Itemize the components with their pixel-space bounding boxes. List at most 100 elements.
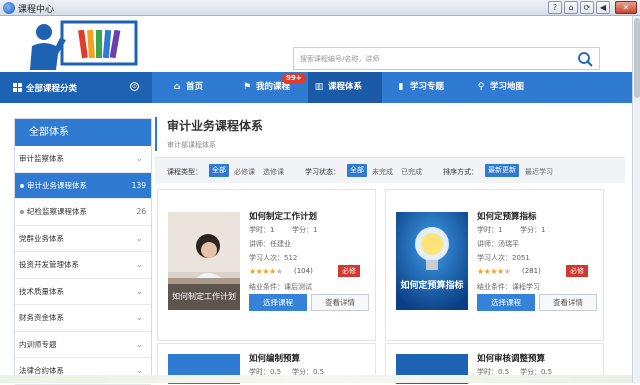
sidebar-item-count: 26	[136, 207, 146, 216]
home-window-button[interactable]: ⌂	[564, 1, 578, 14]
expand-circle-icon[interactable]: ⊙	[130, 82, 139, 91]
course-card[interactable]: 如何定预算指标 如何定预算指标 学时：1 学分：1 讲师：汤瑞平 学习人次：20…	[385, 189, 604, 341]
sidebar-item-label: 投资开发管理体系	[19, 260, 79, 269]
course-title[interactable]: 如何制定工作计划	[249, 210, 317, 222]
sidebar-item-discipline[interactable]: 纪检监察课程体系 26	[15, 199, 151, 226]
site-header: 搜索课程编号/名称，讲师	[0, 16, 632, 72]
sidebar-item-party[interactable]: 党群业务体系 ⌄	[15, 226, 151, 252]
category-sidebar: 全部体系 审计监察体系 ⌄ 审计业务课程体系 139 纪检监察课程体系 26 党…	[14, 118, 152, 385]
course-card[interactable]: 如何制定工作计划 如何制定工作计划 学时：1 学分：1 讲师：任建业 学习人次：…	[157, 189, 376, 341]
book-icon: ▥	[314, 82, 324, 92]
status-filter-complete[interactable]: 已完成	[401, 167, 422, 177]
sort-latest[interactable]: 最新更新	[485, 164, 519, 177]
refresh-button[interactable]: ⟳	[580, 1, 594, 14]
sort-label: 排序方式：	[443, 168, 478, 176]
view-details-button[interactable]: 查看详情	[311, 294, 369, 311]
my-courses-badge: 99+	[282, 73, 306, 84]
status-filter-incomplete[interactable]: 未完成	[372, 167, 393, 177]
sidebar-item-label: 财务资金体系	[19, 313, 64, 322]
type-filter-all[interactable]: 全部	[209, 164, 229, 177]
course-learners: 学习人次：512	[249, 254, 298, 262]
sidebar-item-label: 内训师专题	[19, 339, 57, 349]
course-learners: 学习人次：2051	[477, 254, 530, 262]
grid-icon	[13, 83, 22, 92]
app-globe-icon	[3, 2, 15, 14]
type-filter-required[interactable]: 必修课	[234, 167, 255, 177]
course-thumbnail: 如何制定工作计划	[168, 212, 240, 310]
sidebar-item-investment[interactable]: 投资开发管理体系 ⌄	[15, 252, 151, 279]
sidebar-item-label: 法律合约体系	[19, 366, 64, 375]
nav-course-system[interactable]: ▥ 课程体系	[308, 72, 382, 103]
course-lecturer: 讲师：汤瑞平	[477, 240, 519, 248]
required-badge: 必修	[566, 265, 588, 277]
review-count: (281)	[522, 267, 541, 275]
rating-stars: ★★★★★	[249, 267, 283, 276]
nav-home[interactable]: ⌂ 首页	[166, 72, 234, 103]
search-box[interactable]: 搜索课程编号/名称，讲师	[293, 47, 600, 70]
nav-learning-map[interactable]: ⚲ 学习地图	[470, 72, 550, 103]
select-course-button[interactable]: 选择课程	[249, 294, 307, 311]
sidebar-item-audit-supervision[interactable]: 审计监察体系 ⌄	[15, 146, 151, 173]
thumbnail-caption: 如何定预算指标	[400, 281, 464, 291]
scrollbar-thumb[interactable]	[634, 18, 640, 98]
flag-icon: ⚑	[242, 82, 252, 92]
chevron-down-icon: ⌄	[135, 233, 143, 244]
bullet-icon	[20, 210, 24, 214]
search-icon[interactable]	[577, 51, 593, 67]
chevron-down-icon: ⌄	[135, 313, 143, 323]
filter-bar: 课程类型： 全部 必修课 选修课 学习状态： 全部 未完成 已完成 排序方式： …	[155, 157, 625, 183]
sidebar-title: 全部体系	[15, 119, 151, 146]
course-credits: 学分：1	[520, 226, 546, 234]
required-badge: 必修	[338, 265, 360, 277]
teacher-logo-icon	[30, 20, 138, 70]
sidebar-item-tech-quality[interactable]: 技术质量体系 ⌄	[15, 279, 151, 305]
course-hours: 学时：1	[477, 226, 503, 234]
nav-learning-map-label: 学习地图	[490, 82, 525, 92]
status-filter-all[interactable]: 全部	[347, 164, 367, 177]
select-course-button[interactable]: 选择课程	[477, 294, 535, 311]
rating-stars: ★★★★★	[477, 267, 511, 276]
home-icon: ⌂	[173, 82, 181, 92]
nav-home-label: 首页	[186, 82, 204, 92]
map-pin-icon: ⚲	[477, 82, 485, 92]
course-thumbnail: 如何定预算指标	[396, 212, 468, 310]
bookmark-icon: ▮	[398, 82, 404, 92]
sidebar-item-finance[interactable]: 财务资金体系 ⌄	[15, 305, 151, 332]
breadcrumb: 审计部课程体系	[167, 141, 216, 149]
sidebar-item-trainer[interactable]: 内训师专题 ⌄	[15, 332, 151, 358]
status-filter-label: 学习状态：	[305, 168, 340, 176]
help-button[interactable]: ?	[548, 1, 562, 14]
review-count: (104)	[294, 267, 313, 275]
bottom-edge	[0, 375, 632, 383]
vertical-scrollbar[interactable]	[632, 16, 640, 383]
nav-course-system-label: 课程体系	[328, 82, 363, 92]
title-accent-bar	[155, 117, 157, 151]
view-details-button[interactable]: 查看详情	[539, 294, 597, 311]
sidebar-item-audit-business[interactable]: 审计业务课程体系 139	[15, 172, 151, 199]
course-title[interactable]: 如何审核调整预算	[477, 352, 545, 364]
main-nav: 全部课程分类 ⊙ ⌂ 首页 ⚑ 我的课程 ▥ 课程体系 ▮ 学习专题 ⚲ 学习地…	[0, 72, 632, 103]
course-credits: 学分：1	[292, 226, 318, 234]
chevron-down-icon: ⌄	[135, 286, 143, 297]
chevron-down-icon: ⌄	[135, 339, 143, 350]
type-filter-elective[interactable]: 选修课	[263, 167, 284, 177]
completion-condition: 结业条件：课后测试	[249, 283, 312, 291]
window-title: 课程中心	[18, 5, 55, 15]
all-categories-menu[interactable]: 全部课程分类 ⊙	[0, 72, 152, 103]
chevron-down-icon: ⌄	[135, 154, 143, 164]
all-categories-label: 全部课程分类	[26, 84, 78, 94]
course-hours: 学时：1	[249, 226, 275, 234]
course-title[interactable]: 如何编制预算	[249, 352, 300, 364]
course-title[interactable]: 如何定预算指标	[477, 210, 537, 222]
window-titlebar: 课程中心 ? ⌂ ⟳ ◀ ✕	[0, 0, 640, 16]
sort-recent[interactable]: 最近学习	[525, 167, 553, 177]
completion-condition: 结业条件：课程学习	[477, 283, 540, 291]
nav-topics[interactable]: ▮ 学习专题	[390, 72, 466, 103]
page-title: 审计业务课程体系	[167, 119, 264, 133]
search-placeholder: 搜索课程编号/名称，讲师	[300, 55, 380, 63]
thumbnail-caption: 如何制定工作计划	[168, 284, 240, 310]
close-button[interactable]: ✕	[615, 1, 637, 14]
chevron-down-icon: ⌄	[135, 260, 143, 270]
sidebar-item-label: 党群业务体系	[19, 233, 64, 243]
back-button[interactable]: ◀	[596, 1, 610, 14]
